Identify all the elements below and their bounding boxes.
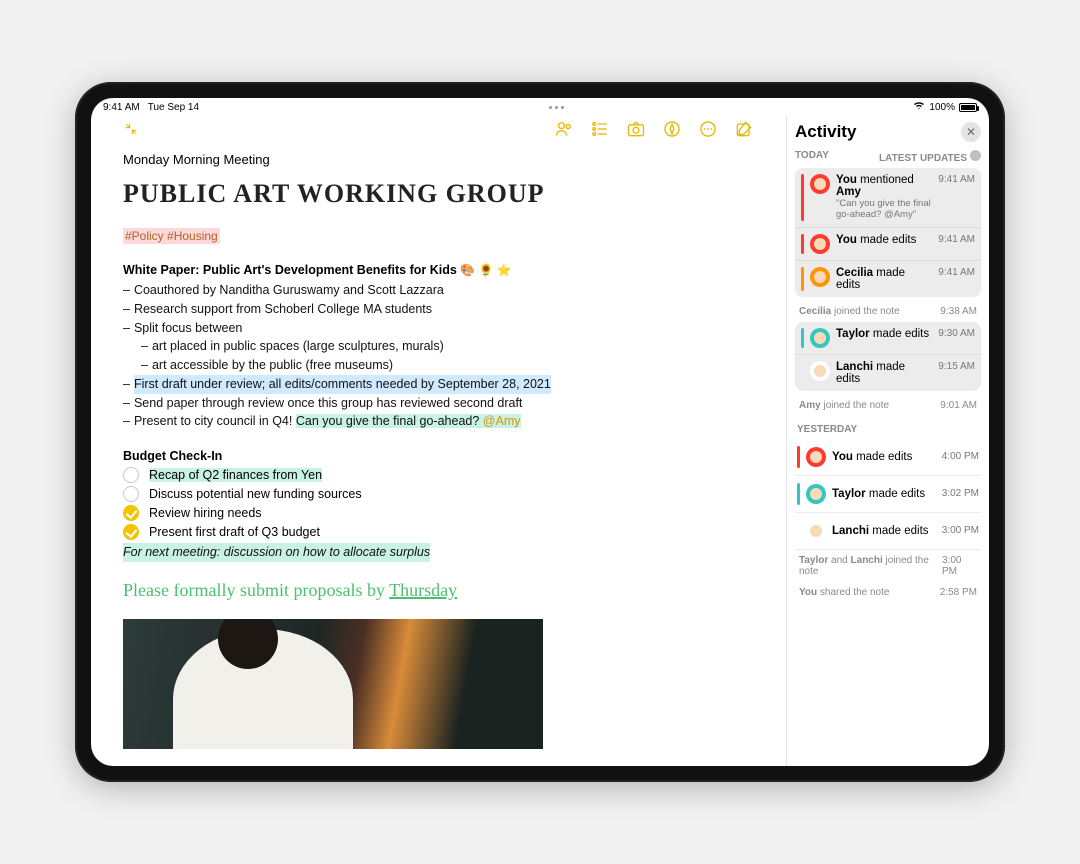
- headline[interactable]: Public Art Working Group: [123, 179, 754, 209]
- section-heading[interactable]: Budget Check-In: [123, 449, 754, 463]
- avatar: [806, 521, 826, 541]
- avatar: [806, 447, 826, 467]
- camera-icon[interactable]: [626, 119, 646, 144]
- latest-updates[interactable]: LATEST UPDATES: [879, 150, 981, 164]
- checklist-item[interactable]: Recap of Q2 finances from Yen: [123, 467, 754, 483]
- battery-pct: 100%: [929, 102, 955, 113]
- list-item[interactable]: –Coauthored by Nanditha Guruswamy and Sc…: [123, 281, 754, 300]
- section-heading[interactable]: White Paper: Public Art's Development Be…: [123, 263, 754, 277]
- activity-entry[interactable]: You mentioned Amy "Can you give the fina…: [795, 168, 981, 227]
- avatar: [810, 361, 830, 381]
- close-button[interactable]: ✕: [961, 122, 981, 142]
- checklist-item[interactable]: Present first draft of Q3 budget: [123, 524, 754, 540]
- note-area: Monday Morning Meeting Public Art Workin…: [91, 116, 787, 766]
- avatar: [810, 267, 830, 287]
- list-item[interactable]: –Research support from Schoberl College …: [123, 300, 754, 319]
- list-item[interactable]: –First draft under review; all edits/com…: [123, 375, 754, 394]
- activity-panel: Activity ✕ TODAY LATEST UPDATES You ment…: [787, 116, 989, 766]
- checkbox-icon[interactable]: [123, 486, 139, 502]
- checkbox-icon[interactable]: [123, 505, 139, 521]
- multitask-dots[interactable]: [549, 106, 564, 109]
- activity-meta: Amy joined the note 9:01 AM: [795, 395, 981, 416]
- activity-group: Taylor made edits 9:30 AM Lanchi made ed…: [795, 322, 981, 391]
- checkbox-icon[interactable]: [123, 524, 139, 540]
- list-item[interactable]: –art accessible by the public (free muse…: [141, 356, 754, 375]
- markup-icon[interactable]: [662, 119, 682, 144]
- list-item[interactable]: –art placed in public spaces (large scul…: [141, 337, 754, 356]
- screen: 9:41 AM Tue Sep 14 100%: [91, 98, 989, 766]
- activity-meta: Cecilia joined the note 9:38 AM: [795, 301, 981, 322]
- checkbox-icon[interactable]: [123, 467, 139, 483]
- activity-group: You mentioned Amy "Can you give the fina…: [795, 168, 981, 297]
- wifi-icon: [913, 101, 925, 113]
- more-icon[interactable]: [698, 119, 718, 144]
- note-text[interactable]: For next meeting: discussion on how to a…: [123, 543, 430, 562]
- list-item[interactable]: –Send paper through review once this gro…: [123, 394, 754, 413]
- activity-title: Activity: [795, 122, 856, 142]
- ipad-frame: 9:41 AM Tue Sep 14 100%: [75, 82, 1005, 782]
- activity-entry[interactable]: Taylor made edits 9:30 AM: [795, 322, 981, 354]
- collapse-icon[interactable]: [123, 121, 139, 142]
- activity-entry[interactable]: You made edits 9:41 AM: [795, 227, 981, 260]
- checklist-item[interactable]: Review hiring needs: [123, 505, 754, 521]
- format-icon[interactable]: [590, 119, 610, 144]
- activity-entry[interactable]: Taylor made edits 3:02 PM: [795, 476, 981, 513]
- activity-meta: You shared the note 2:58 PM: [795, 582, 981, 603]
- compose-icon[interactable]: [734, 119, 754, 144]
- mention[interactable]: @Amy: [483, 414, 521, 428]
- activity-entry[interactable]: Lanchi made edits 9:15 AM: [795, 354, 981, 391]
- section-today: TODAY: [795, 150, 829, 164]
- activity-entry[interactable]: Lanchi made edits 3:00 PM: [795, 513, 981, 550]
- activity-meta: Taylor and Lanchi joined the note 3:00 P…: [795, 550, 981, 582]
- avatar: [810, 234, 830, 254]
- inline-image[interactable]: [123, 619, 543, 749]
- section-yesterday: YESTERDAY: [797, 424, 981, 435]
- avatar: [810, 328, 830, 348]
- collaborate-icon[interactable]: [554, 119, 574, 144]
- handwritten-note[interactable]: Please formally submit proposals by Thur…: [123, 580, 754, 601]
- battery-icon: [959, 103, 977, 112]
- status-bar: 9:41 AM Tue Sep 14 100%: [91, 98, 989, 116]
- note-title: Monday Morning Meeting: [123, 152, 754, 167]
- heading-emoji: 🎨 🌻 ⭐️: [460, 263, 512, 277]
- list-item[interactable]: –Split focus between: [123, 319, 754, 338]
- avatar: [810, 174, 830, 194]
- avatar: [806, 484, 826, 504]
- activity-entry[interactable]: Cecilia made edits 9:41 AM: [795, 260, 981, 297]
- activity-entry[interactable]: You made edits 4:00 PM: [795, 439, 981, 476]
- checklist-item[interactable]: Discuss potential new funding sources: [123, 486, 754, 502]
- status-date: Tue Sep 14: [148, 102, 199, 113]
- list-item[interactable]: –Present to city council in Q4! Can you …: [123, 412, 754, 431]
- note-tags[interactable]: #Policy #Housing: [123, 228, 220, 244]
- status-time: 9:41 AM: [103, 102, 140, 113]
